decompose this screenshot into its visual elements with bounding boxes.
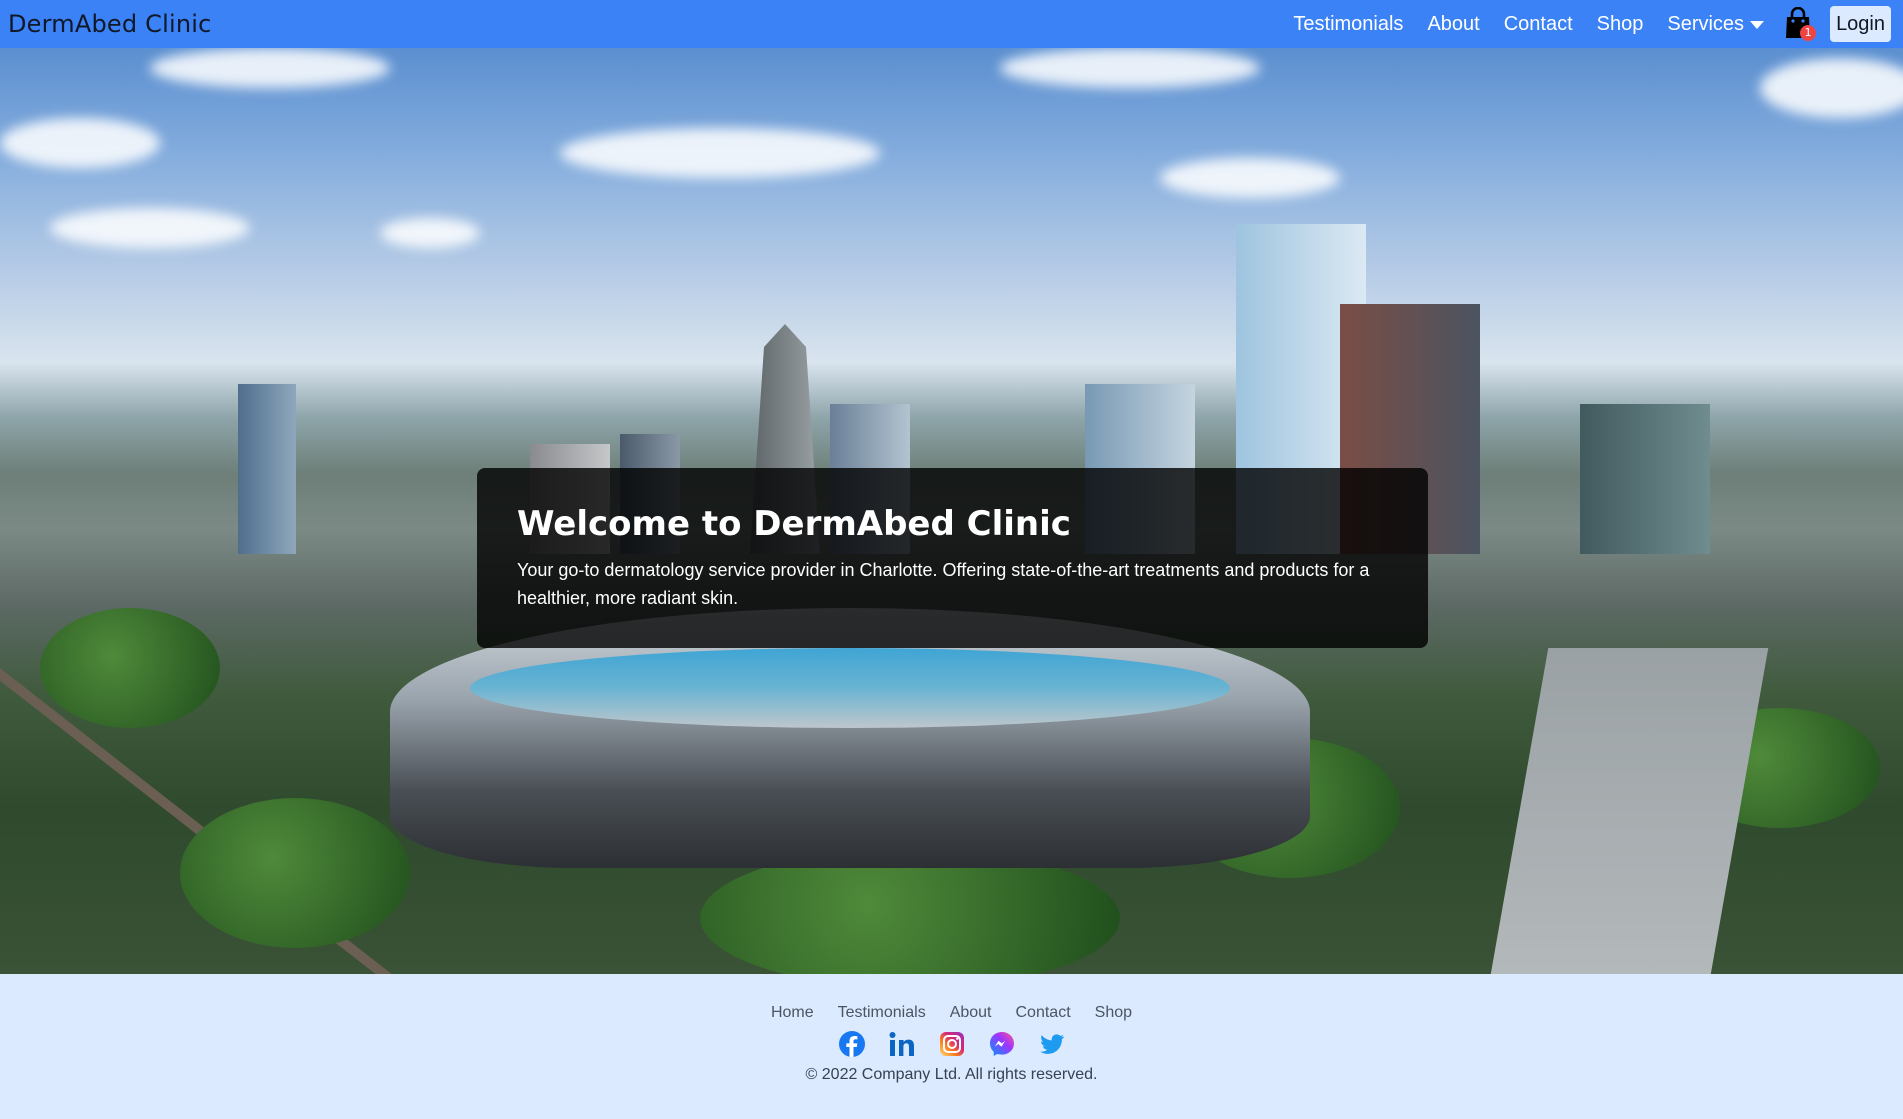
top-navbar: DermAbed Clinic Testimonials About Conta… xyxy=(0,0,1903,48)
nav-links: Testimonials About Contact Shop Services… xyxy=(1293,6,1895,42)
facebook-icon[interactable] xyxy=(838,1030,866,1058)
messenger-icon[interactable] xyxy=(988,1030,1016,1058)
welcome-panel: Welcome to DermAbed Clinic Your go-to de… xyxy=(477,468,1428,648)
site-footer: Home Testimonials About Contact Shop © 2… xyxy=(0,974,1903,1119)
footer-link-home[interactable]: Home xyxy=(771,1004,814,1022)
footer-link-testimonials[interactable]: Testimonials xyxy=(838,1004,926,1022)
brand-title[interactable]: DermAbed Clinic xyxy=(8,10,212,38)
cart-count-badge: 1 xyxy=(1800,25,1817,41)
footer-link-about[interactable]: About xyxy=(950,1004,992,1022)
linkedin-icon[interactable] xyxy=(888,1030,916,1058)
services-dropdown[interactable]: Services xyxy=(1667,12,1765,36)
hero-banner: Welcome to DermAbed Clinic Your go-to de… xyxy=(0,48,1903,974)
services-label: Services xyxy=(1667,12,1745,35)
footer-link-shop[interactable]: Shop xyxy=(1095,1004,1132,1022)
copyright-text: © 2022 Company Ltd. All rights reserved. xyxy=(805,1066,1098,1083)
chevron-down-icon xyxy=(1750,21,1765,29)
footer-links: Home Testimonials About Contact Shop xyxy=(0,1004,1903,1022)
twitter-icon[interactable] xyxy=(1038,1030,1066,1058)
welcome-heading: Welcome to DermAbed Clinic xyxy=(517,504,1071,544)
footer-link-contact[interactable]: Contact xyxy=(1016,1004,1071,1022)
nav-link-shop[interactable]: Shop xyxy=(1597,13,1644,36)
nav-link-contact[interactable]: Contact xyxy=(1504,13,1573,36)
nav-link-about[interactable]: About xyxy=(1427,13,1479,36)
login-button[interactable]: Login xyxy=(1830,6,1891,42)
cart-button[interactable]: 1 xyxy=(1784,6,1817,41)
social-links xyxy=(0,1030,1903,1058)
nav-link-testimonials[interactable]: Testimonials xyxy=(1293,13,1403,36)
instagram-icon[interactable] xyxy=(938,1030,966,1058)
welcome-description: Your go-to dermatology service provider … xyxy=(517,560,1370,608)
